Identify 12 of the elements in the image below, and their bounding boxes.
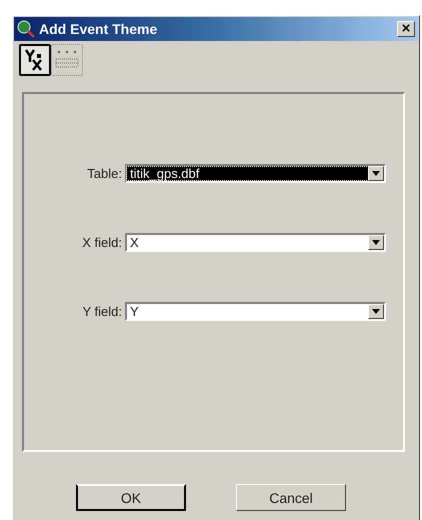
dialog-button[interactable]: OK (76, 484, 186, 511)
window-title: Add Event Theme (39, 21, 158, 37)
dialog-button[interactable]: Cancel (236, 484, 346, 511)
dropdown-field[interactable]: titik_gps.dbf (125, 164, 386, 183)
dropdown-field[interactable]: X (125, 233, 386, 252)
close-button[interactable]: × (397, 21, 415, 37)
field-label: Table: (86, 166, 123, 181)
globe-magnifier-icon (17, 20, 35, 38)
dropdown-field[interactable]: Y (125, 302, 386, 321)
tool-button[interactable] (19, 44, 51, 76)
field-label: X field: (81, 235, 123, 250)
field-label: Y field: (81, 304, 123, 319)
